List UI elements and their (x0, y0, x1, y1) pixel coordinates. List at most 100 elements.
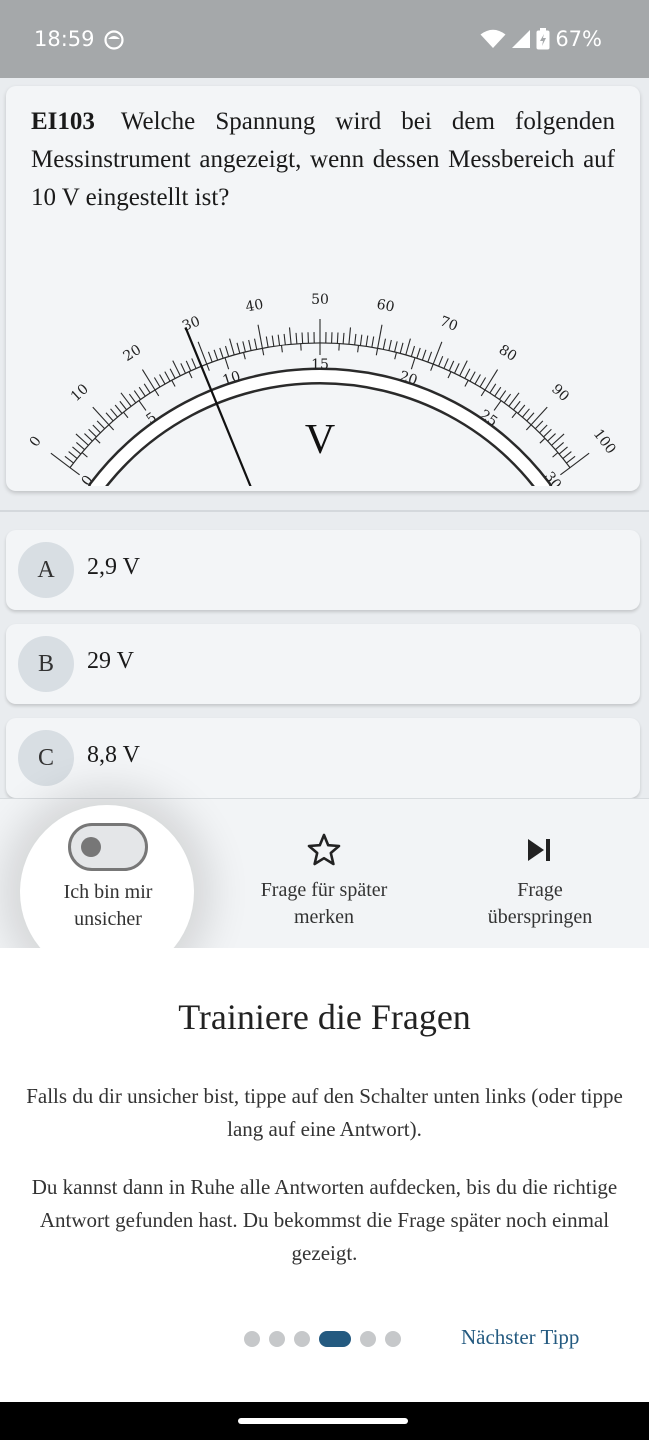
outer-scale-tick (295, 332, 298, 344)
inner-scale-tick (447, 371, 452, 379)
inner-scale-tick (94, 437, 101, 444)
outer-scale-tick (248, 339, 252, 351)
meter-unit-label: V (305, 417, 335, 463)
outer-scale-tick (448, 360, 455, 372)
outer-scale-tick (72, 446, 82, 455)
outer-scale-tick (459, 360, 468, 377)
inner-scale-tick (108, 424, 115, 431)
outer-scale-tick (114, 404, 123, 414)
tips-bottom-sheet: Trainiere die Fragen Falls du dir unsich… (0, 948, 649, 1402)
answer-option-b[interactable]: B 29 V (6, 624, 640, 704)
bookmark-question-button[interactable]: Frage für später merken (216, 799, 432, 949)
outer-scale-tick (443, 358, 449, 369)
outer-scale-tick (172, 360, 181, 377)
outer-scale-tick (534, 420, 544, 430)
outer-scale-tick (96, 420, 106, 430)
outer-scale-tick (484, 369, 499, 391)
inner-scale-tick (224, 357, 230, 370)
next-tip-button[interactable]: Nächster Tipp (461, 1325, 579, 1350)
outer-scale-tick (68, 451, 78, 459)
outer-scale-tick (50, 452, 71, 469)
outer-scale-tick (207, 351, 213, 363)
outer-scale-label: 100 (590, 426, 619, 457)
outer-scale-tick (271, 335, 275, 347)
outer-scale-tick (242, 341, 246, 353)
sheet-paragraph-2: Du kannst dann in Ruhe alle Antworten au… (31, 1175, 618, 1265)
outer-scale-tick (359, 334, 363, 346)
outer-scale-tick (153, 377, 161, 388)
outer-scale-tick (92, 424, 101, 434)
answer-letter: A (18, 542, 74, 598)
outer-scale-tick (76, 442, 86, 451)
outer-scale-tick (342, 332, 345, 344)
inner-scale-tick (154, 389, 160, 397)
outer-scale-tick (105, 412, 114, 422)
outer-scale-tick (377, 324, 383, 349)
outer-scale-tick (388, 339, 392, 351)
outer-scale-tick (494, 386, 502, 397)
outer-scale-tick (438, 355, 444, 367)
question-card: EI103 Welche Spannung wird bei dem folgen… (6, 86, 640, 491)
battery-charging-icon (536, 28, 550, 50)
outer-scale-tick (498, 390, 507, 400)
answer-text: 29 V (87, 648, 134, 674)
outer-scale-tick (257, 324, 263, 349)
inner-scale-tick (188, 371, 193, 379)
outer-scale-tick (84, 433, 93, 442)
outer-scale-tick (365, 335, 369, 347)
outer-scale-tick (547, 433, 556, 442)
unsure-label: Ich bin mir unsicher (63, 881, 153, 930)
pager-dot (360, 1331, 376, 1347)
outer-scale-tick (469, 371, 476, 382)
inner-scale-tick (560, 467, 571, 476)
action-bar: Ich bin mir unsicher Frage für später me… (0, 798, 649, 979)
outer-scale-tick (394, 341, 398, 353)
skip-label: Frage überspringen (487, 879, 593, 928)
outer-scale-tick (336, 332, 339, 344)
outer-scale-tick (517, 404, 526, 414)
inner-scale-tick (394, 352, 397, 360)
outer-scale-tick (558, 446, 568, 455)
battery-percentage: 67% (555, 27, 602, 51)
pager-dot-active (319, 1331, 351, 1347)
outer-scale-tick (512, 400, 521, 411)
pager-dot (269, 1331, 285, 1347)
inner-scale-tick (410, 357, 416, 370)
answer-text: 2,9 V (87, 554, 140, 580)
outer-scale-label: 60 (375, 297, 395, 316)
outer-scale-tick (566, 455, 576, 464)
unsure-toggle-action[interactable]: Ich bin mir unsicher (0, 799, 216, 949)
outer-scale-label: 20 (121, 342, 145, 365)
outer-scale-tick (288, 327, 292, 345)
answer-option-a[interactable]: A 2,9 V (6, 530, 640, 610)
pager-dots (244, 1331, 401, 1347)
outer-scale-tick (88, 428, 97, 438)
home-gesture-handle[interactable] (238, 1418, 408, 1424)
outer-scale-tick (421, 349, 427, 361)
outer-scale-tick (554, 442, 564, 451)
question-id: EI103 (31, 108, 95, 135)
outer-scale-tick (180, 363, 187, 374)
inner-scale-tick (552, 452, 559, 458)
outer-scale-tick (169, 368, 176, 379)
inner-scale-tick (480, 389, 486, 397)
outer-scale-tick (530, 406, 548, 426)
signal-icon (512, 30, 531, 48)
answer-option-c[interactable]: C 8,8 V (6, 718, 640, 798)
outer-scale-tick (64, 455, 74, 464)
outer-scale-tick (569, 452, 590, 469)
outer-scale-tick (526, 412, 535, 422)
outer-scale-tick (219, 347, 224, 359)
outer-scale-tick (410, 345, 416, 357)
outer-scale-tick (143, 383, 151, 394)
outer-scale-tick (283, 333, 286, 345)
outer-scale-tick (229, 338, 235, 356)
outer-scale-tick (164, 371, 171, 382)
inner-scale-tick (206, 363, 210, 371)
skip-question-button[interactable]: Frage überspringen (432, 799, 648, 949)
pager-dot (385, 1331, 401, 1347)
unsure-toggle-switch[interactable] (68, 823, 148, 871)
outer-scale-tick (543, 428, 552, 438)
outer-scale-tick (185, 360, 192, 372)
inner-scale-tick (511, 411, 517, 419)
